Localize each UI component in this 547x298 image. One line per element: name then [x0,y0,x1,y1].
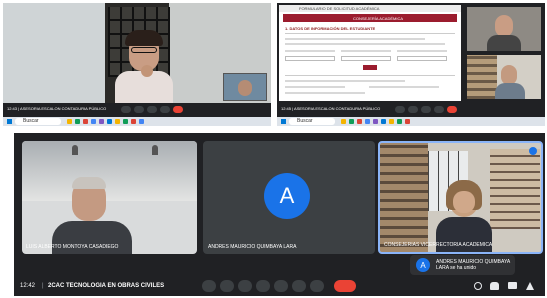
mic-button[interactable] [202,280,216,292]
present-button[interactable] [274,280,288,292]
join-notification: A ANDRES MAURICIO QUIMBAYA LARA se ha un… [410,255,515,275]
app-icon[interactable] [123,119,128,124]
meet-bottom-bar: 12:42 | 2CAC TECNOLOGIA EN OBRAS CIVILES [14,276,545,296]
screenshot-video-call-1: 12:43 | ASESORIA ESCALON CONTADURIA PÚBL… [3,3,271,126]
app-icon[interactable] [373,119,378,124]
app-icon[interactable] [349,119,354,124]
form-button[interactable] [363,65,377,70]
meeting-time: 12:42 [20,283,36,289]
app-icon[interactable] [67,119,72,124]
avatar-initial: A [279,183,295,208]
document-title: FORMULARIO DE SOLICITUD ACADÉMICA [299,6,380,11]
people-icon[interactable] [490,282,499,290]
captions-button[interactable] [238,280,252,292]
participant-name: LUIS ALBERTO MONTOYA CASADIEGO [26,244,119,250]
toast-text: ANDRES MAURICIO QUIMBAYA LARA se ha unid… [436,259,510,271]
participant-tile: LUIS ALBERTO MONTOYA CASADIEGO [22,141,197,254]
app-icon[interactable] [139,119,144,124]
app-icon[interactable] [99,119,104,124]
windows-taskbar: Buscar [3,117,271,126]
app-icon[interactable] [75,119,80,124]
app-icon[interactable] [91,119,96,124]
form-input[interactable] [285,56,335,61]
app-icon[interactable] [131,119,136,124]
participant-avatar: A [264,173,310,219]
toast-avatar: A [416,258,430,272]
reactions-button[interactable] [160,106,170,113]
meet-control-bar: 12:45 | ASESORIA ESCALON CONTADURIA PÚBL… [277,103,545,117]
present-button[interactable] [421,106,431,113]
reactions-button[interactable] [434,106,444,113]
raise-hand-button[interactable] [292,280,306,292]
more-options-icon[interactable] [529,147,537,155]
end-call-button[interactable] [334,280,356,292]
camera-button[interactable] [220,280,234,292]
windows-start-icon[interactable] [281,119,286,124]
end-call-button[interactable] [447,106,457,113]
app-icon[interactable] [357,119,362,124]
app-icon[interactable] [341,119,346,124]
app-icon[interactable] [405,119,410,124]
section-title: 1. DATOS DE INFORMACIÓN DEL ESTUDIANTE [285,26,376,31]
meeting-label: 12:45 | ASESORIA ESCALON CONTADURIA PÚBL… [281,106,381,111]
mic-button[interactable] [121,106,131,113]
end-call-button[interactable] [173,106,183,113]
participant-name: CONSEJERIAS VICERRECTORIA ACADEMICA [384,242,493,248]
app-icon[interactable] [83,119,88,124]
activities-icon[interactable] [526,282,534,290]
windows-start-icon[interactable] [7,119,12,124]
participant-tile-active: CONSEJERIAS VICERRECTORIA ACADEMICA [378,141,543,254]
self-view-thumbnail [223,73,267,101]
participant-tile [467,7,541,51]
toast-avatar-initial: A [420,260,426,270]
separator: | [42,283,44,289]
meeting-name: 2CAC TECNOLOGIA EN OBRAS CIVILES [48,283,165,289]
reactions-button[interactable] [256,280,270,292]
document-header: CONSEJERÍA ACADÉMICA [283,14,457,22]
screenshot-screen-share: FORMULARIO DE SOLICITUD ACADÉMICA CONSEJ… [277,3,545,126]
taskbar-search-label: Buscar [23,118,39,124]
camera-button[interactable] [408,106,418,113]
participant-tile [467,55,541,99]
present-button[interactable] [147,106,157,113]
mic-button[interactable] [395,106,405,113]
app-icon[interactable] [365,119,370,124]
taskbar-search[interactable]: Buscar [289,118,335,125]
taskbar-search-label: Buscar [297,118,313,124]
participant-man [52,177,132,254]
app-icon[interactable] [381,119,386,124]
document-subtitle: CONSEJERÍA ACADÉMICA [353,16,404,21]
more-options-button[interactable] [310,280,324,292]
app-icon[interactable] [389,119,394,124]
participant-woman-glasses [115,30,173,105]
chat-icon[interactable] [508,282,517,289]
video-feed-main [3,3,271,107]
app-icon[interactable] [107,119,112,124]
screenshot-meet-grid: LUIS ALBERTO MONTOYA CASADIEGO A ANDRES … [14,133,545,296]
meet-control-bar: 12:43 | ASESORIA ESCALON CONTADURIA PÚBL… [3,103,271,117]
meeting-label: 12:43 | ASESORIA ESCALON CONTADURIA PÚBL… [7,106,107,111]
app-icon[interactable] [397,119,402,124]
participant-tile: A ANDRES MAURICIO QUIMBAYA LARA [203,141,375,254]
taskbar-search[interactable]: Buscar [15,118,61,125]
shared-document: FORMULARIO DE SOLICITUD ACADÉMICA CONSEJ… [279,5,461,101]
camera-button[interactable] [134,106,144,113]
participant-name: ANDRES MAURICIO QUIMBAYA LARA [208,244,297,250]
windows-taskbar: Buscar [277,117,545,126]
form-input[interactable] [397,56,447,61]
form-input[interactable] [341,56,391,61]
app-icon[interactable] [115,119,120,124]
info-icon[interactable] [474,282,482,290]
